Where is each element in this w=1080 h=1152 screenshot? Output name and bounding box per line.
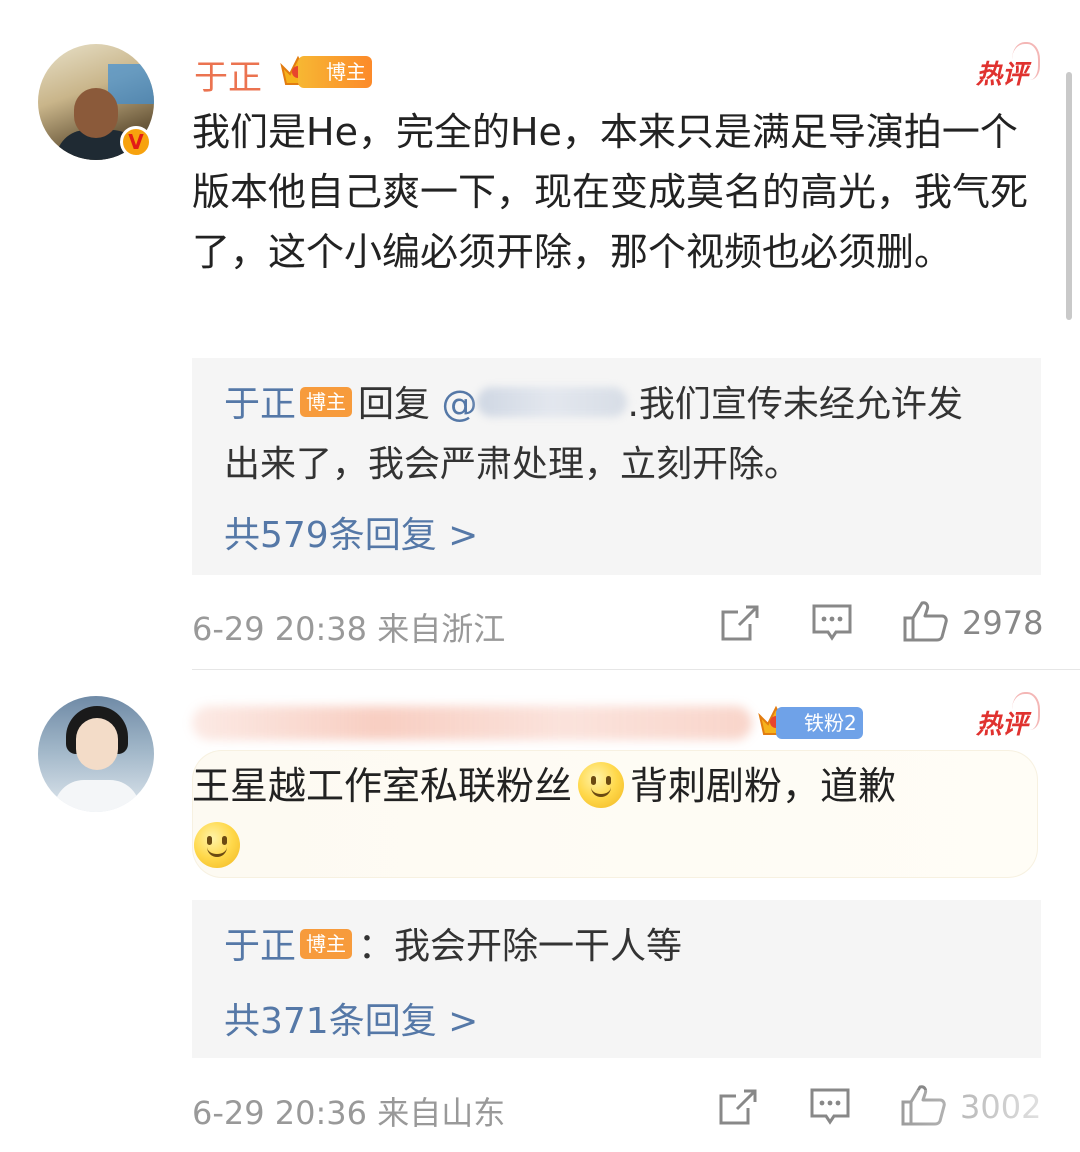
reply-line: 于正 博主 回复 @ .我们宣传未经允许发	[224, 376, 963, 434]
location: 来自浙江	[377, 610, 506, 648]
comment-text: 我们是He，完全的He，本来只是满足导演拍一个版本他自己爽一下，现在变成莫名的高…	[192, 110, 1029, 274]
timestamp: 6-29 20:38	[192, 610, 368, 648]
scrollbar[interactable]	[1066, 72, 1072, 320]
share-icon[interactable]	[720, 604, 760, 642]
comment-meta: 6-29 20:38 来自浙江	[192, 604, 505, 650]
reply-preview[interactable]: 于正 博主 ：我会开除一干人等 共371条回复 >	[192, 900, 1041, 1058]
comment-text-part1: 王星越工作室私联粉丝	[192, 764, 573, 808]
watermark-overlay	[860, 1090, 1080, 1140]
author-name[interactable]: 于正	[194, 50, 262, 99]
reply-preview[interactable]: 于正 博主 回复 @ .我们宣传未经允许发 出来了，我会严肃处理，立刻开除。 共579…	[192, 358, 1041, 575]
fan-level-badge: 铁粉2	[776, 707, 863, 739]
like-count: 2978	[962, 604, 1044, 642]
reply-author[interactable]: 于正	[224, 384, 296, 425]
mention-at[interactable]: @	[441, 384, 477, 425]
hot-comment-label: 热评	[975, 60, 1028, 90]
thumbs-up-icon[interactable]	[902, 600, 948, 642]
divider	[192, 669, 1080, 670]
blogger-badge: 博主	[300, 387, 353, 417]
view-replies-link[interactable]: 共371条回复 >	[224, 992, 478, 1044]
comment-text: 王星越工作室私联粉丝 背刺剧粉，道歉	[192, 756, 992, 876]
reply-text: ：我会开除一干人等	[358, 926, 683, 967]
timestamp: 6-29 20:36	[192, 1094, 368, 1132]
blogger-badge: 博主	[300, 929, 353, 959]
comment-meta: 6-29 20:36 来自山东	[192, 1088, 505, 1134]
view-replies-link[interactable]: 共579条回复 >	[224, 506, 478, 558]
smiley-emoji-icon	[194, 821, 240, 868]
location: 来自山东	[377, 1094, 506, 1132]
comment-text-part2: 背刺剧粉，道歉	[630, 764, 897, 808]
blurred-mention	[477, 387, 628, 417]
reply-author[interactable]: 于正	[224, 926, 296, 967]
blogger-badge: 博主	[298, 56, 372, 88]
comment-icon[interactable]	[810, 1088, 850, 1126]
avatar[interactable]	[38, 696, 154, 812]
reply-verb: 回复	[358, 384, 431, 425]
smiley-emoji-icon	[578, 761, 625, 808]
reply-text: .我们宣传未经允许发	[627, 384, 963, 425]
share-icon[interactable]	[718, 1088, 758, 1126]
hot-comment-label: 热评	[975, 710, 1028, 740]
reply-text-line2: 出来了，我会严肃处理，立刻开除。	[224, 444, 801, 485]
reply-line: 于正 博主 ：我会开除一干人等	[224, 918, 682, 976]
blurred-username[interactable]	[192, 706, 752, 740]
verified-icon: V	[120, 126, 152, 158]
comment-icon[interactable]	[812, 604, 852, 642]
